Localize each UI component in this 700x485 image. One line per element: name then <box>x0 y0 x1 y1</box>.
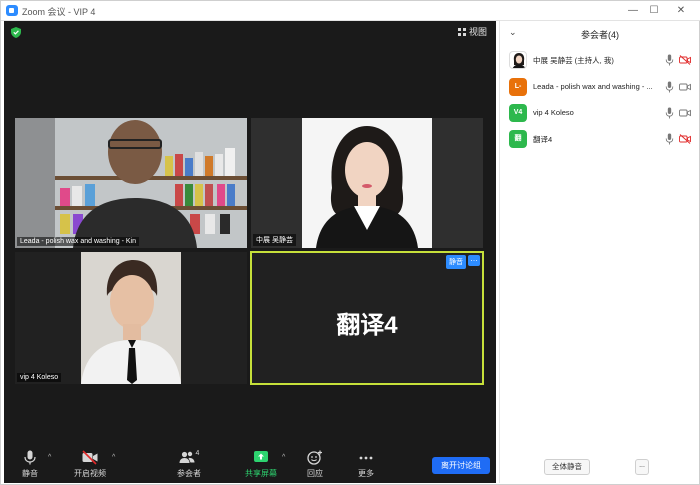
participant-photo-host <box>302 118 432 248</box>
start-video-label: 开启视频 <box>74 469 106 478</box>
tile-mute-button[interactable]: 静音 <box>446 255 466 269</box>
video-icon[interactable] <box>679 82 691 92</box>
more-dots-icon <box>359 456 373 460</box>
participants-count: 4 <box>195 450 200 457</box>
participant-photo-koleso <box>81 252 181 384</box>
avatar: 翻 <box>509 130 527 148</box>
panel-footer: 全体静音 ... <box>500 455 700 483</box>
avatar: V4 <box>509 104 527 122</box>
video-off-icon[interactable] <box>679 55 691 65</box>
window-title: Zoom 会议 - VIP 4 <box>22 7 96 17</box>
participant-video-leada <box>15 118 247 248</box>
tile-name-host: 中展 吴静芸 <box>253 234 296 246</box>
video-tile-leada[interactable]: Leada - polish wax and washing - Kin <box>15 118 247 248</box>
meeting-toolbar: 静音 ^ 开启视频 ^ 4 参会者 共享屏幕 ^ 回应 更多 <box>4 446 496 483</box>
video-options-caret-icon[interactable]: ^ <box>112 454 115 461</box>
participants-label: 参会者 <box>177 469 201 478</box>
view-label: 视图 <box>468 27 487 37</box>
participant-name: vip 4 Koleso <box>533 108 574 117</box>
share-screen-icon <box>254 451 268 462</box>
participant-name: 中展 吴静芸 (主持人, 我) <box>533 56 614 65</box>
microphone-icon[interactable] <box>665 54 674 66</box>
participant-row[interactable]: 中展 吴静芸 (主持人, 我) <box>500 49 700 71</box>
share-options-caret-icon[interactable]: ^ <box>282 454 285 461</box>
participants-button[interactable]: 4 参会者 <box>177 450 201 479</box>
minimize-icon[interactable]: — <box>623 3 643 19</box>
tile-name-leada: Leada - polish wax and washing - Kin <box>17 237 139 246</box>
video-tile-translator[interactable]: 翻译4 静音 … <box>250 251 484 385</box>
shield-icon[interactable] <box>11 27 21 38</box>
participant-name: Leada - polish wax and washing - ... <box>533 82 653 91</box>
participant-row[interactable]: 翻 翻译4 <box>500 128 700 150</box>
reactions-label: 回应 <box>307 469 323 478</box>
avatar <box>509 51 527 69</box>
audio-options-caret-icon[interactable]: ^ <box>48 454 51 461</box>
participant-name: 翻译4 <box>533 135 553 144</box>
start-video-button[interactable]: 开启视频 <box>74 450 106 479</box>
more-label: 更多 <box>358 469 374 478</box>
zoom-window: Zoom 会议 - VIP 4 — ☐ ✕ 视图 Leada - polish … <box>0 0 700 485</box>
microphone-icon[interactable] <box>665 133 674 145</box>
microphone-icon <box>24 450 36 465</box>
panel-more-button[interactable]: ... <box>635 459 649 475</box>
tile-display-name: 翻译4 <box>336 312 398 339</box>
participants-icon <box>179 451 195 463</box>
microphone-icon[interactable] <box>665 107 674 119</box>
mute-all-button[interactable]: 全体静音 <box>544 459 590 475</box>
tile-more-button[interactable]: … <box>468 255 480 266</box>
panel-header: ⌄ 参会者(4) <box>500 21 700 45</box>
video-off-icon[interactable] <box>679 134 691 144</box>
reactions-icon <box>307 450 322 465</box>
leave-breakout-button[interactable]: 离开讨论组 <box>432 457 490 474</box>
avatar: L- <box>509 78 527 96</box>
share-screen-label: 共享屏幕 <box>245 469 277 478</box>
view-button[interactable]: 视图 <box>457 25 487 38</box>
share-screen-button[interactable]: 共享屏幕 <box>245 450 277 479</box>
participant-row[interactable]: V4 vip 4 Koleso <box>500 102 700 124</box>
participants-panel: ⌄ 参会者(4) 中展 吴静芸 (主持人, 我) L- Leada - poli… <box>499 21 699 483</box>
maximize-icon[interactable]: ☐ <box>644 3 664 19</box>
grid-view-icon <box>457 27 466 36</box>
tile-name-koleso: vip 4 Koleso <box>17 373 62 382</box>
video-tile-koleso[interactable]: vip 4 Koleso <box>15 252 247 384</box>
video-off-icon <box>82 450 98 465</box>
microphone-icon[interactable] <box>665 81 674 93</box>
panel-title: 参会者(4) <box>581 30 619 40</box>
more-button[interactable]: 更多 <box>358 450 374 479</box>
participant-row[interactable]: L- Leada - polish wax and washing - ... <box>500 76 700 98</box>
title-bar: Zoom 会议 - VIP 4 — ☐ ✕ <box>1 1 700 21</box>
mute-button[interactable]: 静音 <box>22 450 38 479</box>
video-icon[interactable] <box>679 108 691 118</box>
mute-label: 静音 <box>22 469 38 478</box>
zoom-app-icon <box>6 5 18 16</box>
meeting-area: 视图 Leada - polish wax and washing - Kin … <box>4 21 496 483</box>
close-icon[interactable]: ✕ <box>671 3 691 19</box>
video-tile-host[interactable]: 中展 吴静芸 <box>251 118 483 248</box>
reactions-button[interactable]: 回应 <box>307 450 323 479</box>
